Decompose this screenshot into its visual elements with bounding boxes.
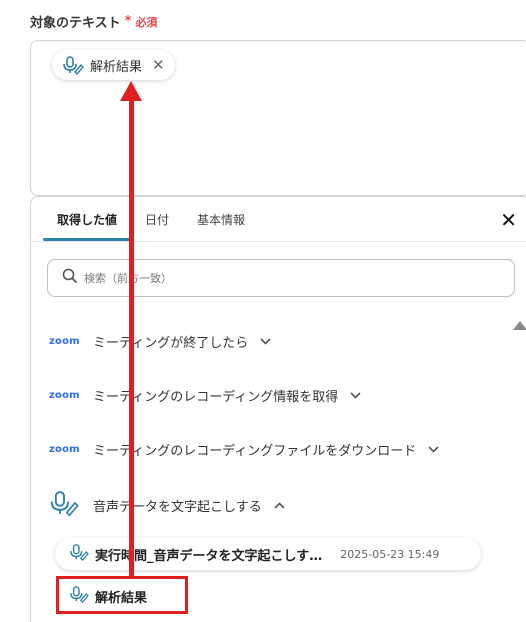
required-asterisk: *	[124, 14, 132, 29]
chevron-up-icon	[274, 499, 285, 512]
source-item-transcribe[interactable]: 音声データを文字起こしする	[49, 489, 285, 521]
chevron-down-icon	[260, 335, 271, 348]
annotation-arrow-line	[129, 96, 134, 578]
mic-pen-icon	[49, 489, 93, 521]
output-item-execution-time[interactable]: 実行時間_音声データを文字起こしす… 2025-05-23 15:49	[55, 538, 481, 570]
field-label-text: 対象のテキスト	[30, 16, 121, 31]
tab-basic-info[interactable]: 基本情報	[183, 197, 259, 241]
annotation-arrow-head	[120, 81, 142, 101]
mic-pen-icon	[69, 543, 89, 565]
required-label: 必須	[135, 15, 158, 29]
source-item-recording-download[interactable]: zoom ミーティングのレコーディングファイルをダウンロード	[49, 440, 439, 459]
source-item-meeting-ended[interactable]: zoom ミーティングが終了したら	[49, 332, 271, 351]
search-input[interactable]	[84, 271, 484, 285]
source-item-recording-info[interactable]: zoom ミーティングのレコーディング情報を取得	[49, 386, 361, 405]
mic-pen-icon	[62, 55, 84, 75]
field-label: 対象のテキスト * 必須	[30, 12, 157, 31]
panel-close-icon[interactable]: ✕	[500, 210, 517, 230]
scroll-up-arrow[interactable]	[513, 321, 526, 330]
source-label: ミーティングのレコーディングファイルをダウンロード	[93, 444, 417, 459]
chevron-down-icon	[428, 443, 439, 456]
zoom-logo: zoom	[49, 336, 80, 347]
selected-value-chip[interactable]: 解析結果 ✕	[52, 50, 175, 80]
search-box[interactable]	[47, 259, 515, 297]
value-picker-panel: 取得した値 日付 基本情報 ✕ zoom ミーティングが終了したら zoom ミ…	[30, 196, 526, 622]
chevron-down-icon	[350, 389, 361, 402]
tab-bar: 取得した値 日付 基本情報	[43, 197, 259, 241]
annotation-highlight-box	[56, 576, 188, 614]
tab-retrieved-values[interactable]: 取得した値	[43, 197, 132, 241]
output-timestamp: 2025-05-23 15:49	[340, 547, 440, 561]
tabs-divider	[31, 241, 526, 242]
search-icon	[62, 268, 78, 288]
tab-date[interactable]: 日付	[131, 197, 183, 241]
source-label: ミーティングが終了したら	[93, 336, 249, 351]
zoom-logo: zoom	[49, 444, 80, 455]
source-label: 音声データを文字起こしする	[93, 499, 262, 515]
zoom-logo: zoom	[49, 390, 80, 401]
chip-label: 解析結果	[90, 59, 143, 75]
chip-remove-icon[interactable]: ✕	[152, 57, 165, 73]
